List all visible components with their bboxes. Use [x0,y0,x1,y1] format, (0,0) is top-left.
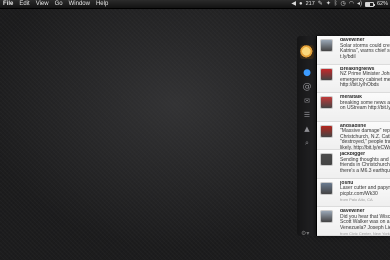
skype-icon[interactable]: ● [299,0,303,9]
gear-icon[interactable]: ⚙▾ [301,230,309,237]
tweet-text-line: on UStream http://bit.ly/ [340,105,390,112]
menu-extra-icon[interactable]: ◀ [291,0,296,9]
menu-edit[interactable]: Edit [16,0,32,9]
tweet-content: joshu Laser cutter and papyrus picplz.com/… [340,181,390,203]
wifi-icon[interactable]: ◠ [349,0,354,9]
tweet-text-line: there's a M6.3 earthquake [340,167,390,174]
speech-bubble-icon[interactable]: ● [301,68,313,79]
battery-icon[interactable] [364,2,375,7]
tweet-content: davewiner Did you hear that Wiscor Scott W… [340,209,390,236]
tweet-text-line: http://bit.ly/hObds [340,82,379,89]
timeline: davewiner Solar storms could creat Katrina… [317,36,390,236]
at-sign-icon[interactable]: @ [301,82,313,93]
menu-bar: File Edit View Go Window Help ◀ ● 217 ✎ … [0,0,390,9]
list-icon[interactable]: ☰ [301,110,313,121]
twitter-bird-icon[interactable]: ✦ [326,0,331,9]
tweet-avatar[interactable] [320,124,333,138]
menu-help[interactable]: Help [93,0,111,9]
tweet-row[interactable]: jackbigger Sending thoughts and pr friends… [317,150,390,179]
account-avatar[interactable] [300,45,314,59]
menu-go[interactable]: Go [52,0,66,9]
profile-icon[interactable]: ▲ [301,124,313,135]
menu-view[interactable]: View [33,0,52,9]
time-machine-icon[interactable]: ◷ [340,0,345,9]
tweet-avatar[interactable] [320,67,333,81]
tweet-row[interactable]: BreakingNewsNZ Prime Minister John Kemer… [317,64,390,93]
tweet-row[interactable]: meraltalkbreaking some news aboon UStrea… [317,93,390,122]
tweet-row[interactable]: davewiner Did you hear that Wiscor Scott W… [317,207,390,236]
status-area: ◀ ● 217 ✎ ✦ ᛒ ◷ ◠ ◂) 62% [291,0,388,9]
speech-icon[interactable]: ✎ [318,0,323,9]
tweet-avatar[interactable] [320,39,333,52]
menu-file[interactable]: File [0,0,16,9]
tweet-avatar[interactable] [320,181,333,195]
battery-fill [365,3,371,6]
envelope-icon[interactable]: ✉ [301,96,313,107]
tweet-meta: from Civic Center, New York [340,231,390,236]
tweet-avatar[interactable] [320,153,333,166]
badge-count[interactable]: 217 [306,0,315,9]
tweet-avatar[interactable] [320,96,333,109]
tweet-text-line: t.ly/bdil [340,53,356,60]
bluetooth-icon[interactable]: ᛒ [334,0,338,9]
tweet-content: andsadline"Massive damage" reportChristc… [340,124,390,152]
tweet-content: davewiner Solar storms could creat Katrina… [340,38,390,60]
tweet-meta: from Palo Alto, CA [340,197,373,203]
tweet-row[interactable]: andsadline"Massive damage" reportChristc… [317,121,390,152]
tweet-row[interactable]: joshu Laser cutter and papyrus picplz.com/… [317,178,390,207]
tweet-content: jackbigger Sending thoughts and pr friends… [340,152,390,174]
twitter-sidebar: ● @ ✉ ☰ ▲ ⌕ ⚙▾ [297,36,317,237]
volume-icon[interactable]: ◂) [357,0,362,9]
tweet-content: meraltalkbreaking some news aboon UStrea… [340,95,390,112]
tweet-avatar[interactable] [320,210,333,223]
battery-percent[interactable]: 62% [377,0,388,9]
menu-window[interactable]: Window [66,0,93,9]
search-icon[interactable]: ⌕ [301,138,313,149]
tweet-content: BreakingNewsNZ Prime Minister John Kemer… [340,67,390,89]
tweet-row[interactable]: davewiner Solar storms could creat Katrina… [317,36,390,65]
